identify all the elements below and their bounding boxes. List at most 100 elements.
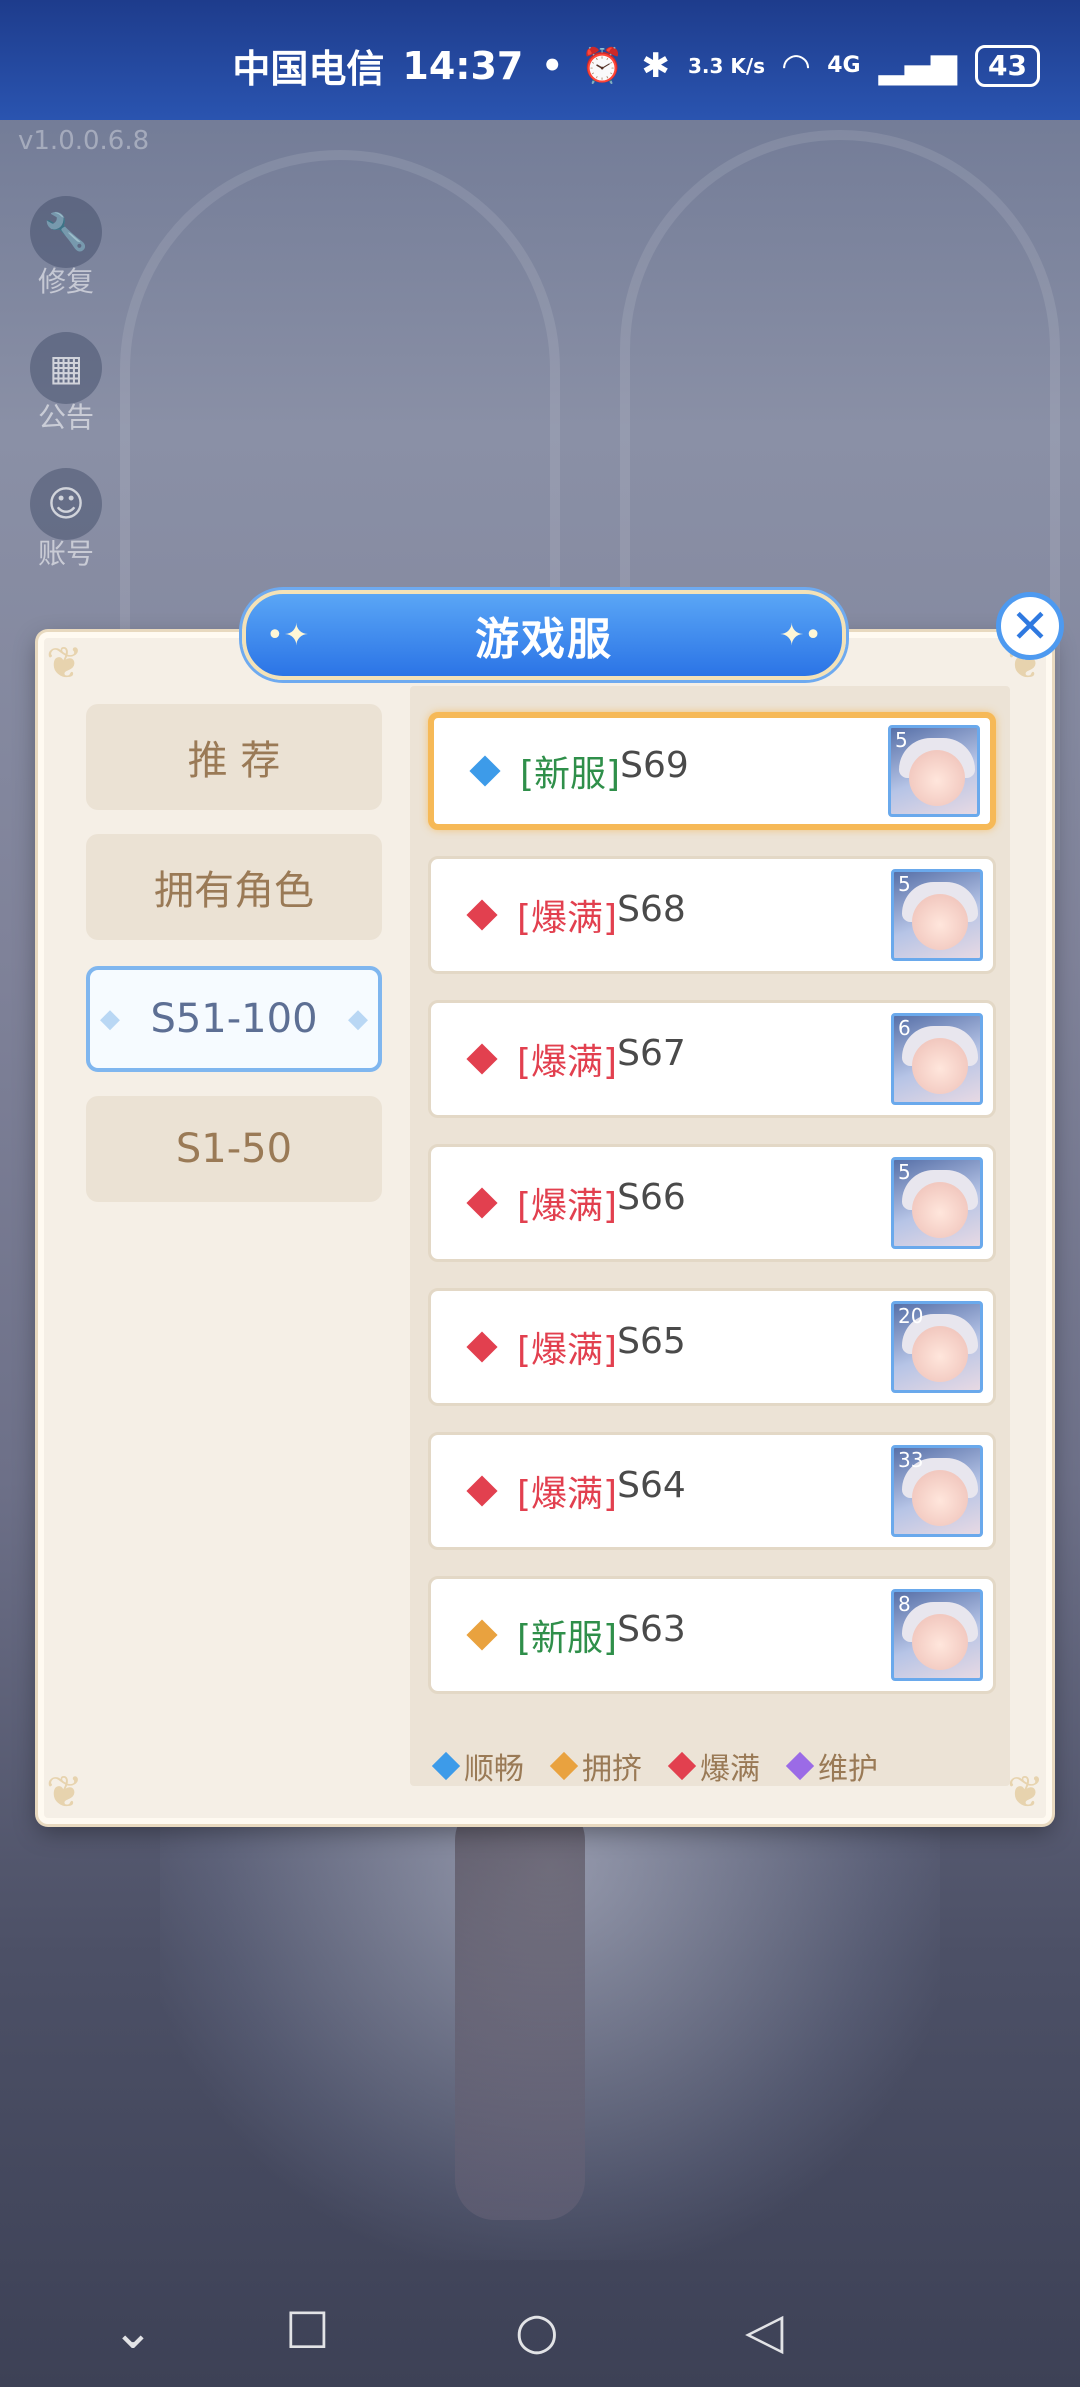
dialog-title-banner: •✦ 游戏服 ✦• xyxy=(242,590,846,680)
status-diamond-icon xyxy=(469,755,501,787)
corner-ornament: ❦ xyxy=(1007,1767,1044,1818)
diamond-icon xyxy=(667,1751,697,1781)
server-name: S68 xyxy=(617,889,686,930)
character-avatar: 6 xyxy=(891,1013,983,1105)
server-tag: [新服] xyxy=(517,1618,618,1659)
server-name: S63 xyxy=(617,1609,686,1650)
sparkle-icon: •✦ xyxy=(266,617,309,653)
server-name: S66 xyxy=(617,1177,686,1218)
server-item-s66[interactable]: [爆满] S66 5 xyxy=(428,1144,996,1262)
character-level: 20 xyxy=(898,1304,924,1328)
legend-item-full: 爆满 xyxy=(667,1744,760,1788)
legend-item-maintenance: 维护 xyxy=(785,1744,878,1788)
clock: 14:37 xyxy=(402,43,524,88)
bluetooth-icon: ✱ xyxy=(641,45,670,86)
tab-decoration: ◆ xyxy=(348,1004,368,1034)
character-level: 8 xyxy=(898,1592,911,1616)
server-tag: [爆满] xyxy=(517,898,618,939)
legend-label: 爆满 xyxy=(700,1752,760,1787)
back-button[interactable]: ◁ xyxy=(745,2302,783,2360)
account-button[interactable]: ☺ 账号 xyxy=(26,468,106,572)
server-label: [新服] S69 xyxy=(520,745,689,797)
corner-ornament: ❦ xyxy=(46,1767,83,1818)
server-name: S69 xyxy=(620,745,689,786)
sparkle-icon: ✦• xyxy=(779,617,822,653)
character-avatar: 5 xyxy=(888,725,980,817)
legend-item-crowded: 拥挤 xyxy=(549,1744,642,1788)
recents-button[interactable]: ☐ xyxy=(285,2302,330,2360)
server-tag: [爆满] xyxy=(517,1186,618,1227)
notice-label: 公告 xyxy=(37,401,94,434)
carrier-label: 中国电信 xyxy=(232,47,385,91)
status-diamond-icon xyxy=(466,1187,498,1219)
tab-s1-50[interactable]: S1-50 xyxy=(86,1096,382,1202)
server-name: S64 xyxy=(617,1465,686,1506)
character-avatar: 5 xyxy=(891,1157,983,1249)
signal-icon: ▂▄▆ xyxy=(878,45,958,86)
wrench-icon: 🔧 xyxy=(30,196,102,268)
server-item-s64[interactable]: [爆满] S64 33 xyxy=(428,1432,996,1550)
server-label: [新服] S63 xyxy=(517,1609,686,1661)
legend-item-smooth: 顺畅 xyxy=(431,1744,524,1788)
server-label: [爆满] S67 xyxy=(517,1033,686,1085)
server-tag: [爆满] xyxy=(517,1330,618,1371)
character-avatar: 5 xyxy=(891,869,983,961)
character-level: 5 xyxy=(898,872,911,896)
tab-recommended[interactable]: 推 荐 xyxy=(86,704,382,810)
tab-label: 拥有角色 xyxy=(154,868,314,914)
server-item-s69[interactable]: [新服] S69 5 xyxy=(428,712,996,830)
server-tag: [爆满] xyxy=(517,1474,618,1515)
system-nav-bar: ⌄ ☐ ○ ◁ xyxy=(0,2280,1080,2387)
status-diamond-icon xyxy=(466,1331,498,1363)
chevron-down-icon[interactable]: ⌄ xyxy=(112,2302,154,2360)
close-icon: ✕ xyxy=(1010,599,1050,653)
character-level: 5 xyxy=(898,1160,911,1184)
version-label: v1.0.0.6.8 xyxy=(18,126,150,156)
wifi-icon: ◠ xyxy=(783,45,810,86)
diamond-icon xyxy=(549,1751,579,1781)
tab-label: S1-50 xyxy=(175,1126,293,1172)
character-level: 5 xyxy=(895,728,908,752)
tab-s51-100[interactable]: ◆ S51-100 ◆ xyxy=(86,966,382,1072)
status-bar: 中国电信 14:37 • ⏰ ✱ 3.3 K/s ◠ 4G ▂▄▆ 43 xyxy=(0,0,1080,120)
alarm-icon: ⏰ xyxy=(581,45,624,86)
avatar-icon: ☺ xyxy=(30,468,102,540)
account-label: 账号 xyxy=(37,537,94,570)
repair-button[interactable]: 🔧 修复 xyxy=(26,196,106,300)
server-item-s63[interactable]: [新服] S63 8 xyxy=(428,1576,996,1694)
legend-label: 维护 xyxy=(818,1752,878,1787)
repair-label: 修复 xyxy=(37,265,94,298)
notice-button[interactable]: ▦ 公告 xyxy=(26,332,106,436)
tab-decoration: ◆ xyxy=(100,1004,120,1034)
diamond-icon xyxy=(431,1751,461,1781)
server-item-s68[interactable]: [爆满] S68 5 xyxy=(428,856,996,974)
legend-label: 顺畅 xyxy=(464,1752,524,1787)
diamond-icon xyxy=(785,1751,815,1781)
server-name: S67 xyxy=(617,1033,686,1074)
server-tag: [新服] xyxy=(520,754,621,795)
character-level: 33 xyxy=(898,1448,924,1472)
status-diamond-icon xyxy=(466,1619,498,1651)
home-button[interactable]: ○ xyxy=(515,2302,559,2360)
status-diamond-icon xyxy=(466,1475,498,1507)
server-name: S65 xyxy=(617,1321,686,1362)
battery-icon: 43 xyxy=(975,44,1040,87)
character-avatar: 20 xyxy=(891,1301,983,1393)
close-button[interactable]: ✕ xyxy=(996,592,1064,660)
server-item-s67[interactable]: [爆满] S67 6 xyxy=(428,1000,996,1118)
status-diamond-icon xyxy=(466,1043,498,1075)
tab-owned-characters[interactable]: 拥有角色 xyxy=(86,834,382,940)
network-type: 4G xyxy=(827,53,861,78)
server-label: [爆满] S65 xyxy=(517,1321,686,1373)
dialog-title: 游戏服 xyxy=(475,614,613,665)
character-level: 6 xyxy=(898,1016,911,1040)
server-label: [爆满] S66 xyxy=(517,1177,686,1229)
background-character-legs xyxy=(455,1800,585,2220)
character-avatar: 33 xyxy=(891,1445,983,1537)
tab-label: S51-100 xyxy=(150,996,318,1042)
server-label: [爆满] S64 xyxy=(517,1465,686,1517)
tab-label: 推 荐 xyxy=(187,738,281,784)
server-item-s65[interactable]: [爆满] S65 20 xyxy=(428,1288,996,1406)
net-speed: 3.3 K/s xyxy=(687,53,766,78)
status-diamond-icon xyxy=(466,899,498,931)
